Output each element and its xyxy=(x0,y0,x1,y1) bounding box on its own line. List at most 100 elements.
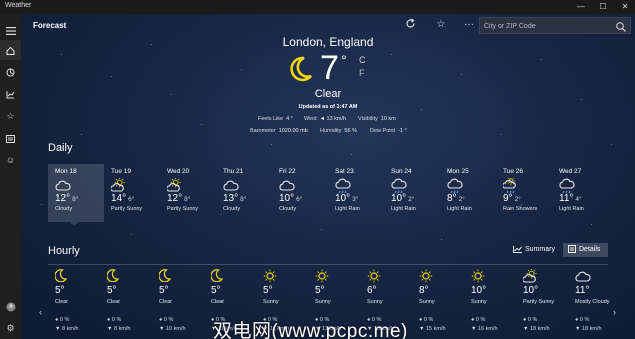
scroll-left-arrow-icon[interactable]: ‹ xyxy=(39,307,42,317)
daily-item[interactable]: Tue 26 9° 2° Rain Showers xyxy=(496,164,552,222)
rain-icon xyxy=(447,178,496,194)
hour-wind-value: 8 km/h xyxy=(61,326,79,332)
hour-precip: ● 0 % xyxy=(471,317,523,323)
day-condition: Partly Sunny xyxy=(167,206,199,212)
daily-item[interactable]: Wed 20 12° 8° Partly Sunny xyxy=(160,164,216,222)
hour-wind: ▼ 18 km/h xyxy=(523,326,575,332)
daily-item[interactable]: Thu 21 13° 8° Cloudy xyxy=(216,164,272,222)
hour-precip-value: 0 % xyxy=(475,317,486,323)
summary-toggle-button[interactable]: Summary xyxy=(508,243,561,257)
moon-icon xyxy=(289,56,313,87)
humidity-value: 56 % xyxy=(344,128,357,134)
feels-like: Feels Like 4 ° xyxy=(258,116,293,122)
day-name: Fri 22 xyxy=(279,168,296,175)
search-icon[interactable] xyxy=(615,20,627,32)
wind-arrow-icon: ▼ xyxy=(107,326,113,332)
hour-wind: ▼ 15 km/h xyxy=(419,326,471,332)
hour-precip: ● 0 % xyxy=(419,317,471,323)
refresh-icon[interactable] xyxy=(403,18,417,32)
hour-condition: Mostly Cloudy xyxy=(575,299,610,305)
hour-wind: ▼ 18 km/h xyxy=(575,326,627,332)
day-temps: 11° 4° xyxy=(559,193,608,204)
hamburger-icon[interactable] xyxy=(0,20,21,40)
minimize-button[interactable]: — xyxy=(574,1,588,13)
daily-item[interactable]: Sat 23 10° 3° Light Rain xyxy=(328,164,384,222)
celsius-toggle[interactable]: C xyxy=(359,55,366,65)
humidity-label: Humidity xyxy=(320,128,342,134)
hour-precip-value: 0 % xyxy=(163,317,174,323)
hour-wind: ▼ 16 km/h xyxy=(471,326,523,332)
account-icon[interactable] xyxy=(0,296,21,316)
dew-point-label: Dew Point xyxy=(370,128,396,134)
day-name: Tue 19 xyxy=(111,168,131,175)
historical-weather-icon[interactable] xyxy=(0,84,21,104)
sun-icon xyxy=(263,269,315,283)
daily-heading: Daily xyxy=(48,142,73,154)
day-high: 9° xyxy=(503,193,513,204)
close-button[interactable]: ✕ xyxy=(618,1,632,13)
daily-item[interactable]: Mon 18 12° 8° Cloudy xyxy=(48,164,104,226)
hour-condition: Sunny xyxy=(471,299,487,305)
hourly-item: 11° Mostly Cloudy ● 0 % ▼ 18 km/h xyxy=(575,269,627,332)
scroll-right-arrow-icon[interactable]: › xyxy=(613,307,616,317)
more-options-button[interactable]: ··· xyxy=(462,18,476,32)
day-condition: Cloudy xyxy=(279,206,297,212)
fahrenheit-toggle[interactable]: F xyxy=(359,68,365,78)
day-high: 10° xyxy=(335,193,351,204)
day-name: Mon 18 xyxy=(55,168,77,175)
sun-icon xyxy=(315,269,367,283)
updated-time: Updated as of 1:47 AM xyxy=(298,104,358,110)
partly-sunny-icon xyxy=(166,177,216,192)
droplet-icon: ● xyxy=(55,317,59,323)
settings-gear-icon[interactable]: ⚙ xyxy=(0,318,21,338)
hour-precip: ● 0 % xyxy=(159,317,211,323)
hour-condition: Sunny xyxy=(315,299,331,305)
home-icon[interactable] xyxy=(0,40,21,60)
details-label: Details xyxy=(579,246,601,253)
news-icon[interactable] xyxy=(0,128,21,148)
droplet-icon: ● xyxy=(107,317,111,323)
moon-icon xyxy=(210,269,263,283)
day-name: Wed 20 xyxy=(167,168,190,175)
daily-item[interactable]: Fri 22 10° 6° Cloudy xyxy=(272,164,328,222)
hour-wind-value: 15 km/h xyxy=(425,326,446,332)
day-low: 2° xyxy=(458,196,465,203)
daily-item[interactable]: Wed 27 11° 4° Light Rain xyxy=(552,164,608,222)
add-favorite-star-icon[interactable]: ☆ xyxy=(434,18,448,32)
details-toggle-button[interactable]: Details xyxy=(563,243,608,257)
hourly-item: 8° Sunny ● 0 % ▼ 15 km/h xyxy=(419,269,471,332)
hour-temp: 6° xyxy=(367,285,377,296)
rain-showers-icon xyxy=(502,176,552,194)
list-icon xyxy=(568,245,576,254)
hour-condition: Clear xyxy=(55,299,69,305)
rain-icon xyxy=(559,178,608,194)
favorites-icon[interactable]: ☆ xyxy=(0,106,21,126)
day-high: 8° xyxy=(447,193,457,204)
day-low: 3° xyxy=(352,196,359,203)
day-name: Wed 27 xyxy=(559,168,582,175)
window-title: Weather xyxy=(5,2,32,9)
daily-item[interactable]: Sun 24 10° 2° Light Rain xyxy=(384,164,440,222)
day-low: 6° xyxy=(128,196,135,203)
moon-icon xyxy=(54,269,107,283)
hourly-heading: Hourly xyxy=(48,245,80,257)
day-high: 12° xyxy=(55,193,71,204)
search-input[interactable] xyxy=(484,20,604,32)
day-low: 8° xyxy=(184,196,191,203)
daily-item[interactable]: Mon 25 8° 2° Light Rain xyxy=(440,164,496,222)
day-low: 2° xyxy=(408,196,415,203)
daily-item[interactable]: Tue 19 14° 6° Partly Sunny xyxy=(104,164,160,222)
hourly-item: 5° Clear ● 0 % ▼ 10 km/h xyxy=(158,269,211,332)
maximize-button[interactable]: ☐ xyxy=(596,1,610,13)
feels-like-value: 4 ° xyxy=(286,116,293,122)
hour-precip-value: 0 % xyxy=(59,317,70,323)
hour-wind-value: 18 km/h xyxy=(581,326,602,332)
day-condition: Light Rain xyxy=(391,206,416,212)
maps-icon[interactable] xyxy=(0,62,21,82)
city-search-box[interactable] xyxy=(479,17,631,34)
feedback-icon[interactable]: ☺ xyxy=(0,150,21,170)
hour-precip: ● 0 % xyxy=(107,317,159,323)
day-name: Sun 24 xyxy=(391,168,412,175)
hour-precip: ● 0 % xyxy=(575,317,627,323)
wind-arrow-icon: ▼ xyxy=(55,326,61,332)
